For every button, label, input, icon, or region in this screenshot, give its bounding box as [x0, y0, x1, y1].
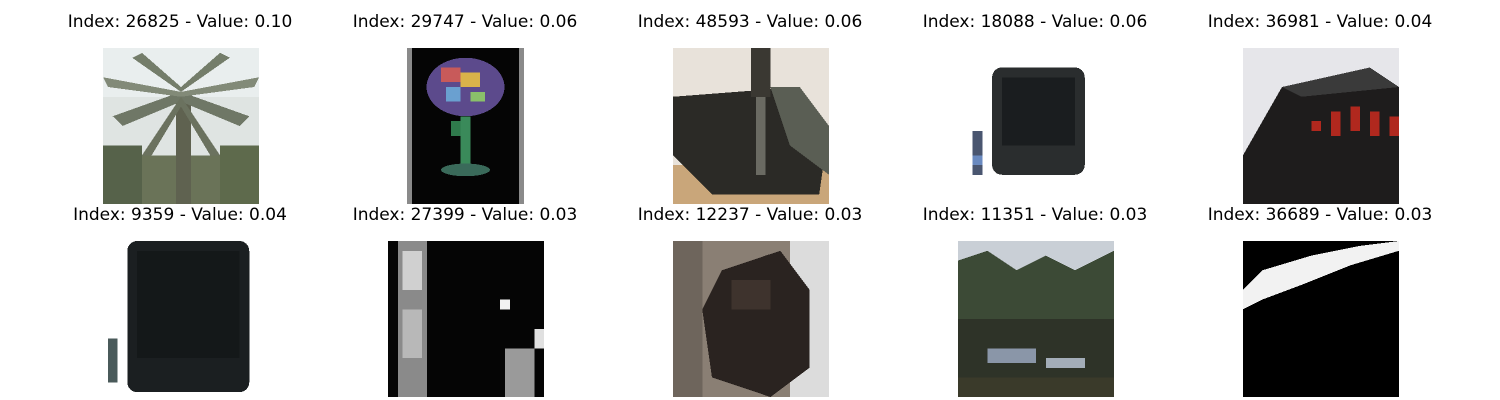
image-tile: Index: 26825 - Value: 0.10: [30, 12, 330, 204]
image-title: Index: 29747 - Value: 0.06: [352, 12, 578, 32]
palm-tree-image: [103, 48, 259, 204]
white-streak-image: [1243, 241, 1399, 397]
image-tile: Index: 18088 - Value: 0.06: [885, 12, 1185, 204]
monochrome-scene-image: [388, 241, 544, 397]
image-title: Index: 27399 - Value: 0.03: [352, 205, 578, 225]
dark-box-image: [673, 48, 829, 204]
image-tile: Index: 9359 - Value: 0.04: [30, 205, 330, 397]
lake-reflection-image: [958, 241, 1114, 397]
television-image: [103, 241, 259, 397]
image-title: Index: 9359 - Value: 0.04: [73, 205, 287, 225]
image-tile: Index: 36689 - Value: 0.03: [1170, 205, 1470, 397]
image-title: Index: 12237 - Value: 0.03: [637, 205, 863, 225]
colorful-glass-image: [407, 48, 524, 204]
television-image: [958, 48, 1114, 204]
image-tile: Index: 12237 - Value: 0.03: [600, 205, 900, 397]
alarm-clock-image: [1243, 48, 1399, 204]
image-title: Index: 48593 - Value: 0.06: [637, 12, 863, 32]
image-title: Index: 26825 - Value: 0.10: [67, 12, 293, 32]
image-tile: Index: 48593 - Value: 0.06: [600, 12, 900, 204]
image-tile: Index: 11351 - Value: 0.03: [885, 205, 1185, 397]
image-title: Index: 11351 - Value: 0.03: [922, 205, 1148, 225]
image-title: Index: 36689 - Value: 0.03: [1207, 205, 1433, 225]
dark-animal-image: [673, 241, 829, 397]
image-title: Index: 18088 - Value: 0.06: [922, 12, 1148, 32]
image-tile: Index: 36981 - Value: 0.04: [1170, 12, 1470, 204]
image-title: Index: 36981 - Value: 0.04: [1207, 12, 1433, 32]
image-tile: Index: 27399 - Value: 0.03: [315, 205, 615, 397]
image-tile: Index: 29747 - Value: 0.06: [315, 12, 615, 204]
